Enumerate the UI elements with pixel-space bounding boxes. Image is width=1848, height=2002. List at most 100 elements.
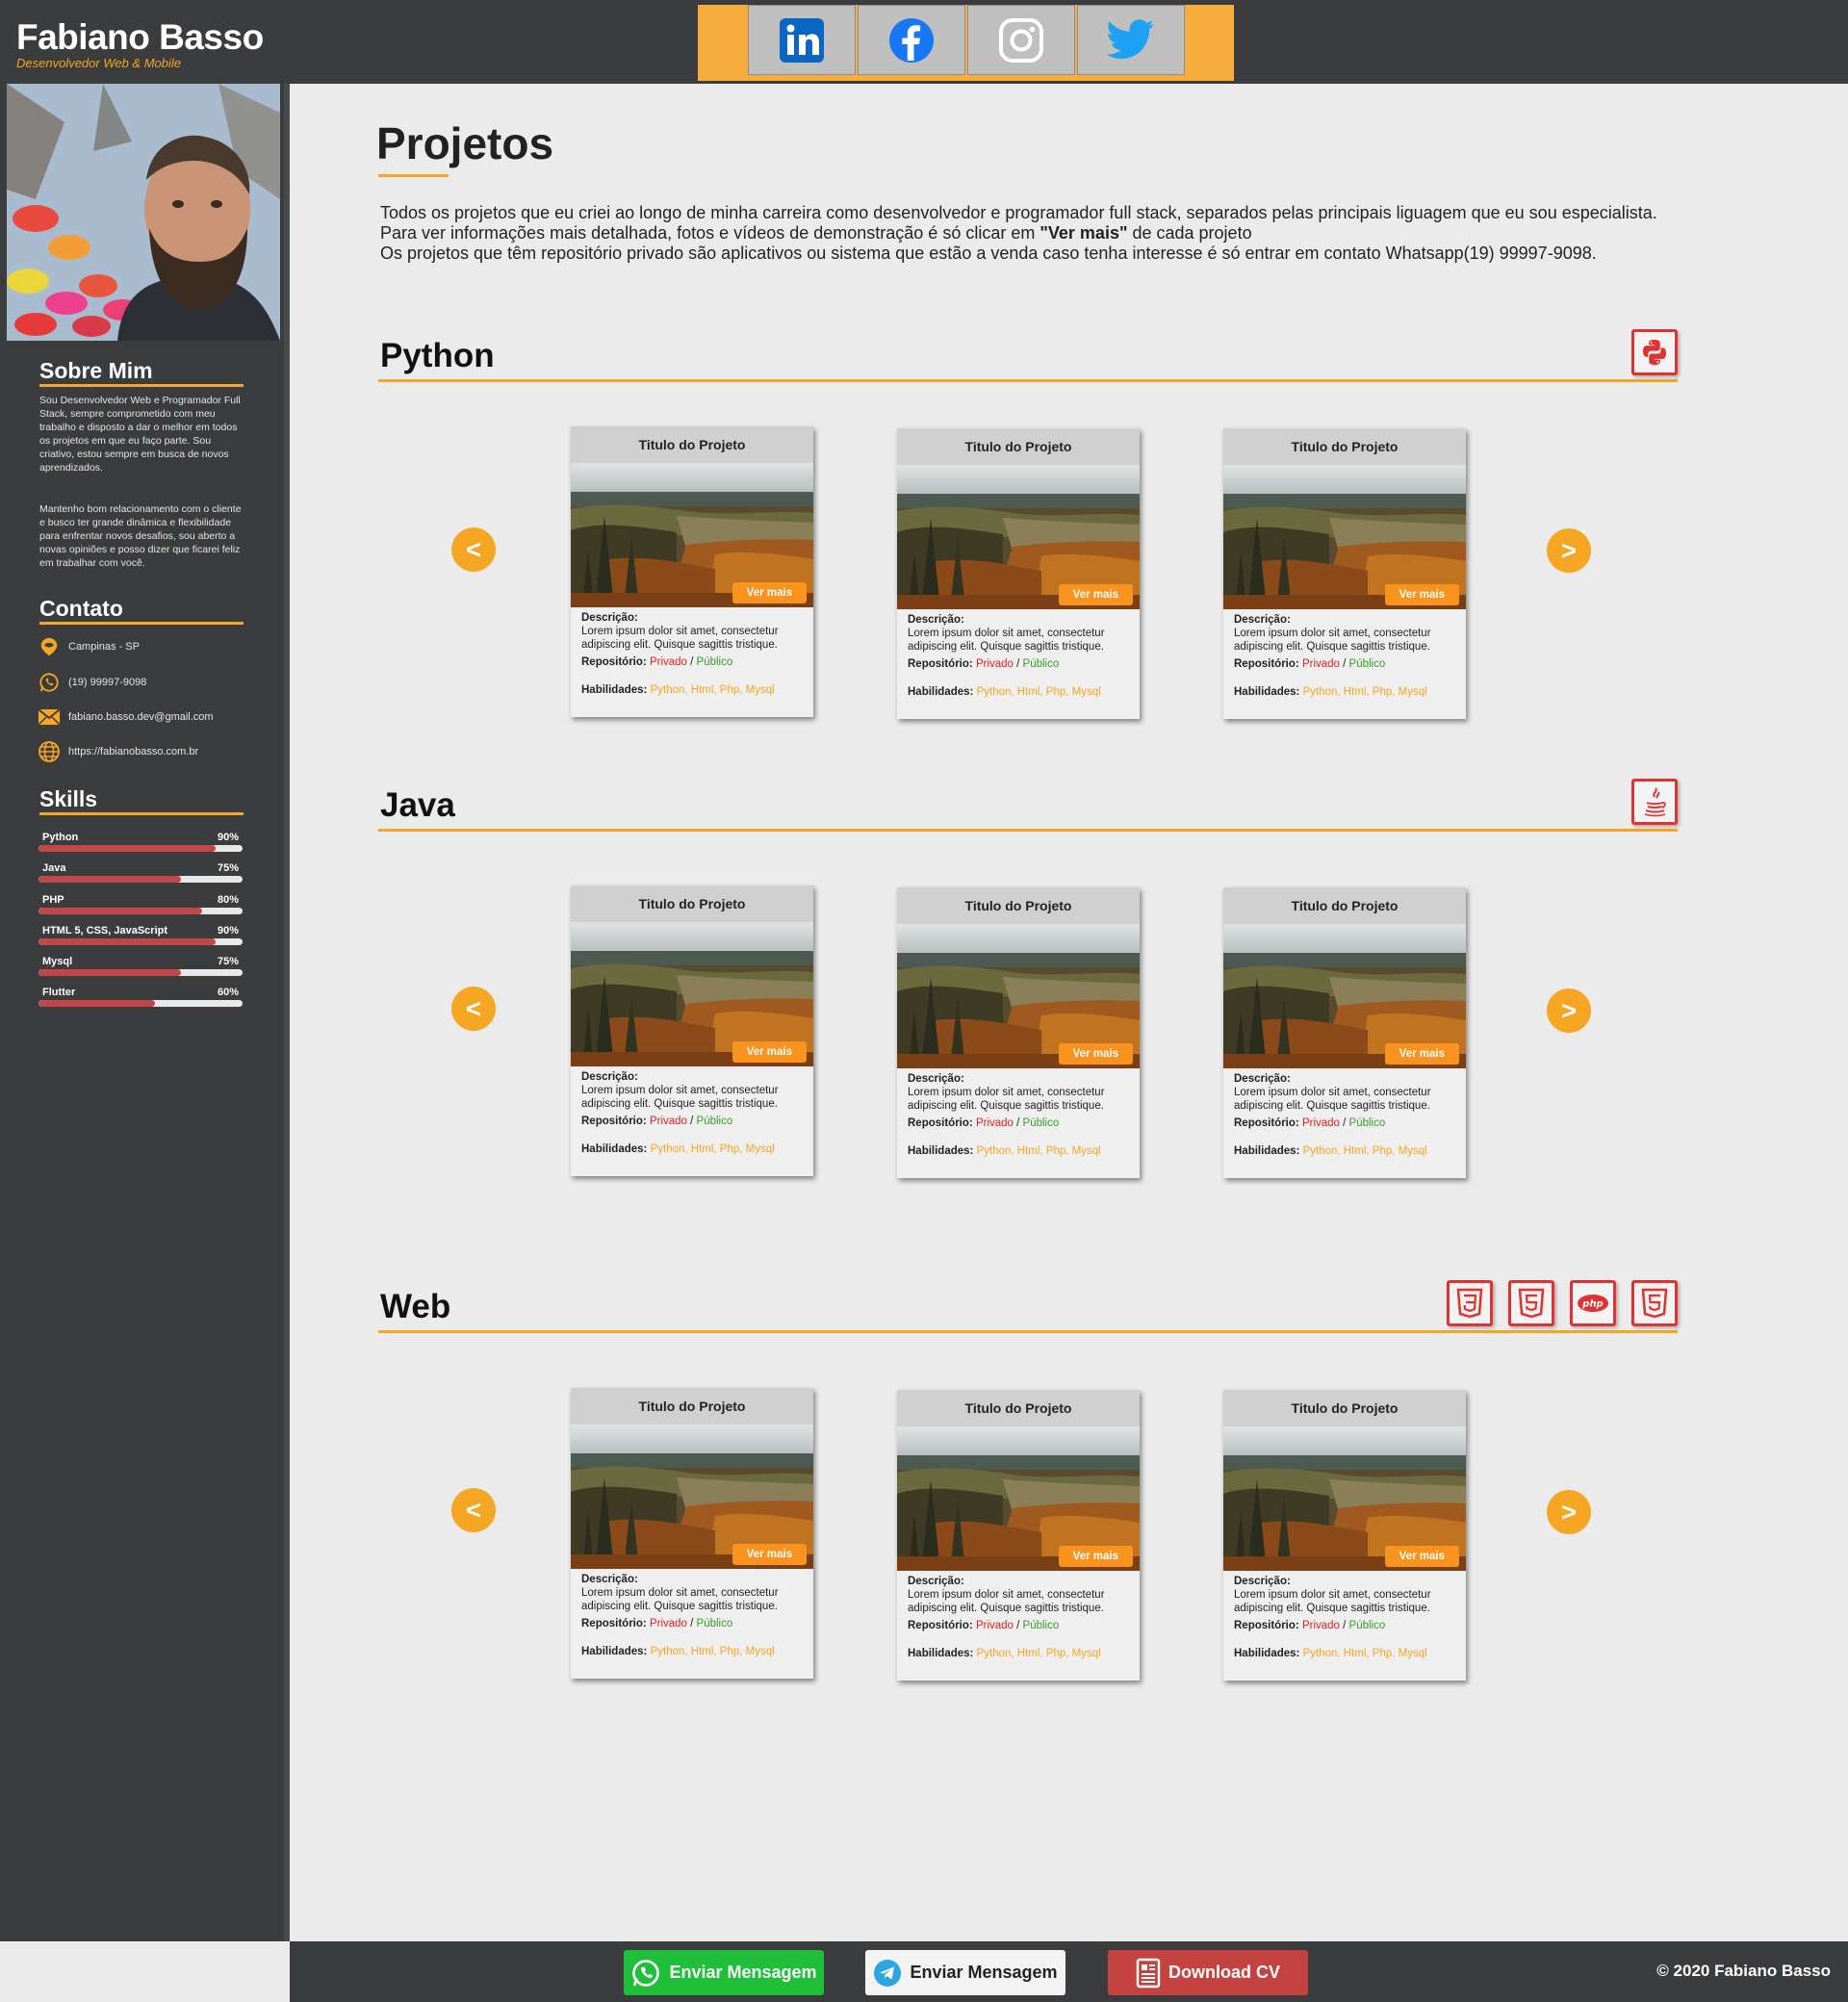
project-image: Ver mais — [1223, 465, 1466, 609]
ver-mais-button[interactable]: Ver mais — [1384, 1043, 1459, 1065]
skills-value: Python, Html, Php, Mysql — [650, 1143, 775, 1155]
repository-public[interactable]: Público — [1349, 658, 1386, 670]
repository-line: Repositório: Privado / Público — [581, 1617, 803, 1630]
project-card-python-3: Titulo do Projeto Ver mais Descrição: Lo… — [1223, 428, 1466, 719]
project-title: Titulo do Projeto — [897, 1390, 1140, 1426]
html5-icon — [1631, 1280, 1678, 1326]
repository-private[interactable]: Privado — [650, 1116, 687, 1127]
repository-private[interactable]: Privado — [1302, 1117, 1340, 1129]
section-python-header: Python — [378, 324, 1678, 382]
telegram-icon — [874, 1959, 902, 1987]
web-next-button[interactable]: > — [1547, 1490, 1591, 1534]
repository-private[interactable]: Privado — [650, 1618, 687, 1630]
skills-label: Habilidades: — [908, 686, 974, 698]
project-details: Descrição: Lorem ipsum dolor sit amet, c… — [897, 1571, 1140, 1660]
ver-mais-button[interactable]: Ver mais — [732, 582, 807, 603]
repository-separator: / — [1339, 1620, 1349, 1631]
skills-label: Habilidades: — [1234, 1145, 1300, 1157]
skills-label: Habilidades: — [581, 1646, 648, 1657]
contact-website[interactable]: https://fabianobasso.com.br — [38, 740, 198, 763]
repository-private[interactable]: Privado — [650, 656, 687, 668]
section-title: Web — [380, 1288, 451, 1325]
repository-label: Repositório: — [908, 1117, 973, 1129]
repository-label: Repositório: — [1234, 1117, 1299, 1129]
telegram-message-button[interactable]: Enviar Mensagem — [865, 1950, 1065, 1995]
description-label: Descrição: — [908, 1576, 964, 1587]
linkedin-button[interactable] — [748, 5, 856, 75]
project-image: Ver mais — [571, 1424, 813, 1569]
ver-mais-button[interactable]: Ver mais — [1384, 584, 1459, 605]
instagram-button[interactable] — [967, 5, 1075, 75]
skill-percent: 75% — [217, 956, 239, 967]
facebook-button[interactable] — [858, 5, 965, 75]
project-image: Ver mais — [1223, 924, 1466, 1068]
repository-public[interactable]: Público — [697, 656, 733, 668]
skill-name: Java — [42, 862, 66, 874]
repository-public[interactable]: Público — [1349, 1117, 1386, 1129]
skills-label: Habilidades: — [908, 1648, 974, 1659]
skill-percent: 60% — [217, 987, 239, 998]
skills-value: Python, Html, Php, Mysql — [976, 1648, 1101, 1659]
description-text: Lorem ipsum dolor sit amet, consectetur … — [908, 1087, 1105, 1112]
intro-line-2-text: Para ver informações mais detalhada, fot… — [380, 223, 1040, 243]
skill-name: HTML 5, CSS, JavaScript — [42, 925, 168, 937]
repository-separator: / — [1339, 658, 1349, 670]
java-next-button[interactable]: > — [1547, 988, 1591, 1033]
repository-private[interactable]: Privado — [976, 1117, 1014, 1129]
css3-icon — [1447, 1280, 1493, 1326]
download-cv-button[interactable]: Download CV — [1108, 1950, 1308, 1995]
repository-public[interactable]: Público — [1349, 1620, 1386, 1631]
contact-phone[interactable]: (19) 99997-9098 — [38, 671, 146, 694]
python-prev-button[interactable]: < — [451, 527, 496, 572]
java-prev-button[interactable]: < — [451, 987, 496, 1031]
repository-line: Repositório: Privado / Público — [581, 655, 803, 669]
skills-line: Habilidades: Python, Html, Php, Mysql — [1234, 685, 1455, 699]
project-card-web-2: Titulo do Projeto Ver mais Descrição: Lo… — [897, 1390, 1140, 1681]
repository-private[interactable]: Privado — [1302, 658, 1340, 670]
repository-public[interactable]: Público — [1023, 1620, 1060, 1631]
project-title: Titulo do Projeto — [571, 1388, 813, 1424]
skill-bar-fill — [38, 938, 217, 945]
skill-bar-fill — [38, 876, 182, 883]
skill-name: Python — [42, 832, 79, 843]
project-title: Titulo do Projeto — [571, 426, 813, 463]
project-card-web-1: Titulo do Projeto Ver mais Descrição: Lo… — [571, 1388, 813, 1679]
python-next-button[interactable]: > — [1547, 528, 1591, 573]
project-image: Ver mais — [571, 463, 813, 607]
section-java-header: Java — [378, 774, 1678, 832]
ver-mais-button[interactable]: Ver mais — [1058, 584, 1133, 605]
twitter-button[interactable] — [1077, 5, 1185, 75]
repository-label: Repositório: — [581, 1618, 647, 1630]
whatsapp-icon — [38, 671, 61, 694]
project-title: Titulo do Projeto — [897, 887, 1140, 924]
skill-percent: 75% — [217, 862, 239, 874]
page-title: Projetos — [376, 118, 554, 168]
ver-mais-button[interactable]: Ver mais — [1384, 1546, 1459, 1567]
ver-mais-button[interactable]: Ver mais — [732, 1544, 807, 1565]
ver-mais-button[interactable]: Ver mais — [1058, 1546, 1133, 1567]
intro-line-2-end: de cada projeto — [1127, 223, 1252, 243]
repository-public[interactable]: Público — [697, 1116, 733, 1127]
whatsapp-message-button[interactable]: Enviar Mensagem — [624, 1950, 824, 1995]
description-text: Lorem ipsum dolor sit amet, consectetur … — [581, 626, 779, 651]
repository-separator: / — [686, 1116, 697, 1127]
web-prev-button[interactable]: < — [451, 1488, 496, 1532]
title-underline — [378, 174, 449, 177]
description-text: Lorem ipsum dolor sit amet, consectetur … — [1234, 628, 1431, 653]
skills-line: Habilidades: Python, Html, Php, Mysql — [908, 1144, 1129, 1158]
repository-private[interactable]: Privado — [976, 658, 1014, 670]
skill-html-css-js: HTML 5, CSS, JavaScript 90% — [38, 925, 243, 945]
description-label: Descrição: — [908, 1073, 964, 1085]
footer: Enviar Mensagem Enviar Mensagem Download… — [290, 1941, 1848, 2002]
project-image: Ver mais — [897, 924, 1140, 1068]
repository-private[interactable]: Privado — [976, 1620, 1014, 1631]
contact-email[interactable]: fabiano.basso.dev@gmail.com — [38, 706, 214, 729]
ver-mais-button[interactable]: Ver mais — [1058, 1043, 1133, 1065]
ver-mais-button[interactable]: Ver mais — [732, 1041, 807, 1063]
intro-line-3: Os projetos que têm repositório privado … — [380, 244, 1597, 263]
repository-private[interactable]: Privado — [1302, 1620, 1340, 1631]
repository-public[interactable]: Público — [1023, 1117, 1060, 1129]
skills-value: Python, Html, Php, Mysql — [1302, 1648, 1427, 1659]
repository-public[interactable]: Público — [697, 1618, 733, 1630]
repository-public[interactable]: Público — [1023, 658, 1060, 670]
